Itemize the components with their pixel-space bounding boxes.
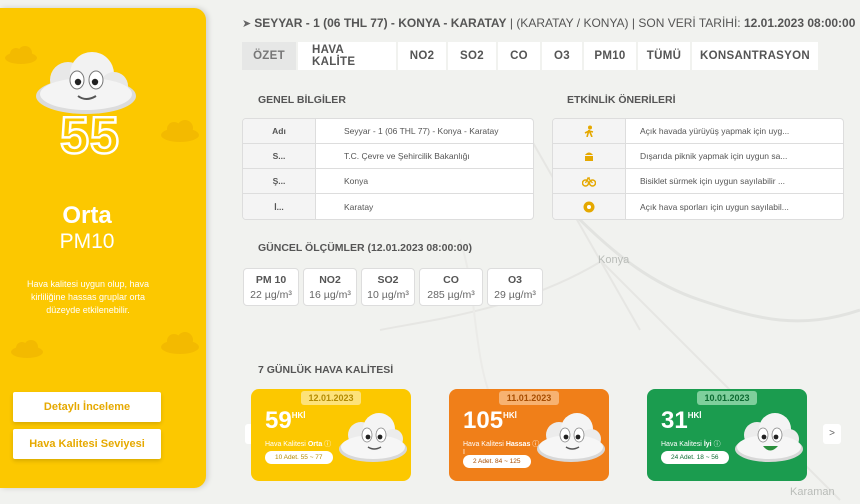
station-header: ➤ SEYYAR - 1 (06 THL 77) - KONYA - KARATA… (242, 16, 856, 30)
general-info-table: Adı Seyyar - 1 (06 THL 77) - Konya - Kar… (242, 118, 534, 220)
map-label-konya: Konya (598, 254, 630, 266)
measurement-value: 22 µg/m³ (250, 289, 292, 301)
day-aqi-value: 59HKİ (265, 407, 306, 434)
info-icon[interactable]: ⓘ (714, 441, 721, 448)
day-date: 12.01.2023 (301, 391, 361, 405)
measurement-so2[interactable]: SO2 10 µg/m³ (361, 268, 415, 306)
measurement-name: NO2 (319, 274, 341, 286)
info-value: T.C. Çevre ve Şehircilik Bakanlığı (344, 151, 470, 161)
day-aqi-value: 31HKİ (661, 407, 702, 434)
measurement-name: SO2 (377, 274, 399, 286)
picnic-icon (553, 144, 626, 168)
cloud-mascot-icon (537, 413, 605, 462)
activity-text: Bisiklet sürmek için uygun sayılabilir .… (640, 176, 786, 186)
info-key: Ş... (243, 169, 316, 193)
activities-table: Açık havada yürüyüş yapmak için uyg... D… (552, 118, 844, 220)
aqi-levels-button[interactable]: Hava Kalitesi Seviyesi (13, 429, 161, 459)
tab-no2[interactable]: NO2 (398, 42, 446, 70)
measurement-name: CO (443, 274, 459, 286)
measurement-value: 29 µg/m³ (494, 289, 536, 301)
map-label-karaman: Karaman (790, 486, 835, 498)
tab-hava-kalite[interactable]: HAVA KALİTE (298, 42, 396, 70)
day-card[interactable]: 10.01.2023 31HKİ Hava Kalitesi İyi ⓘ 24 … (647, 389, 807, 481)
decor-cloud-icon (11, 340, 43, 358)
weekly-title: 7 GÜNLÜK HAVA KALİTESİ (258, 364, 394, 376)
day-card[interactable]: 12.01.2023 59HKİ Hava Kalitesi Orta ⓘ 10… (251, 389, 411, 481)
activity-row: Açık havada yürüyüş yapmak için uyg... (553, 119, 843, 144)
measurement-value: 10 µg/m³ (367, 289, 409, 301)
measurement-co[interactable]: CO 285 µg/m³ (419, 268, 483, 306)
decor-cloud-icon (5, 46, 37, 64)
last-data-label: SON VERİ TARİHİ: (638, 16, 741, 30)
aqi-summary-panel: 55 Orta PM10 Hava kalitesi uygun olup, h… (0, 8, 206, 488)
measurement-pm10[interactable]: PM 10 22 µg/m³ (243, 268, 299, 306)
day-date: 10.01.2023 (697, 391, 757, 405)
tab-co[interactable]: CO (498, 42, 540, 70)
cloud-mascot-icon (735, 413, 803, 462)
station-region: (KARATAY / KONYA) (516, 16, 629, 30)
aqi-description: Hava kalitesi uygun olup, hava kirliliği… (26, 279, 150, 315)
dominant-pollutant: PM10 (59, 230, 115, 253)
activities-title: ETKİNLİK ÖNERİLERİ (567, 94, 676, 106)
day-aqi-value: 105HKİ (463, 407, 517, 434)
info-key: S... (243, 144, 316, 168)
walking-icon (553, 119, 626, 143)
aqi-level: Orta (62, 202, 112, 229)
measurement-name: O3 (507, 274, 522, 286)
ball-icon (553, 194, 626, 219)
tab-tumu[interactable]: TÜMÜ (638, 42, 690, 70)
measurement-value: 285 µg/m³ (427, 289, 475, 301)
activity-text: Açık havada yürüyüş yapmak için uyg... (640, 126, 790, 136)
day-range: 2 Adet. 84 ~ 125 (463, 455, 531, 468)
general-info-title: GENEL BİLGİLER (258, 94, 346, 106)
bicycle-icon (553, 169, 626, 193)
next-day-button[interactable]: > (823, 424, 841, 444)
day-range: 24 Adet. 18 ~ 56 (661, 451, 729, 464)
tab-pm10[interactable]: PM10 (584, 42, 636, 70)
tab-bar: ÖZET HAVA KALİTE NO2 SO2 CO O3 PM10 TÜMÜ… (242, 42, 818, 70)
current-measurements-title: GÜNCEL ÖLÇÜMLER (12.01.2023 08:00:00) (258, 242, 472, 254)
day-card[interactable]: 11.01.2023 105HKİ Hava Kalitesi Hassas ⓘ… (449, 389, 609, 481)
activity-text: Açık hava sporları için uygun sayılabil.… (640, 201, 789, 212)
measurement-name: PM 10 (255, 274, 287, 286)
info-icon[interactable]: ⓘ (324, 441, 331, 448)
info-value: Seyyar - 1 (06 THL 77) - Konya - Karatay (344, 126, 499, 136)
activity-row: Dışarıda piknik yapmak için uygun sa... (553, 144, 843, 169)
info-key: İ... (243, 194, 316, 219)
info-key: Adı (243, 119, 316, 143)
tab-so2[interactable]: SO2 (448, 42, 496, 70)
measurement-o3[interactable]: O3 29 µg/m³ (487, 268, 543, 306)
decor-cloud-icon (161, 332, 199, 354)
day-aqi-label: Hava Kalitesi İyi ⓘ (661, 441, 721, 448)
measurement-no2[interactable]: NO2 16 µg/m³ (303, 268, 357, 306)
tab-ozet[interactable]: ÖZET (242, 42, 296, 70)
table-row: S... T.C. Çevre ve Şehircilik Bakanlığı (243, 144, 533, 169)
activity-row: Bisiklet sürmek için uygun sayılabilir .… (553, 169, 843, 194)
last-data-date: 12.01.2023 08:00:00 (743, 16, 856, 30)
table-row: Ş... Konya (243, 169, 533, 194)
day-date: 11.01.2023 (499, 391, 559, 405)
tab-konsantrasyon[interactable]: KONSANTRASYON (692, 42, 818, 70)
station-name: SEYYAR - 1 (06 THL 77) - KONYA - KARATAY (254, 16, 507, 30)
activity-row: Açık hava sporları için uygun sayılabil.… (553, 194, 843, 219)
cloud-mascot-icon (339, 413, 407, 462)
table-row: Adı Seyyar - 1 (06 THL 77) - Konya - Kar… (243, 119, 533, 144)
aqi-value: 55 (59, 106, 120, 167)
info-value: Konya (344, 176, 369, 186)
tab-o3[interactable]: O3 (542, 42, 582, 70)
info-value: Karatay (344, 201, 374, 212)
activity-text: Dışarıda piknik yapmak için uygun sa... (640, 151, 788, 161)
table-row: İ... Karatay (243, 194, 533, 219)
location-arrow-icon: ➤ (242, 18, 252, 30)
day-aqi-label: Hava Kalitesi Hassas ⓘ I (463, 441, 540, 456)
detail-review-button[interactable]: Detaylı İnceleme (13, 392, 161, 422)
day-range: 10 Adet. 55 ~ 77 (265, 451, 333, 464)
day-aqi-label: Hava Kalitesi Orta ⓘ (265, 441, 332, 448)
measurement-value: 16 µg/m³ (309, 289, 351, 301)
